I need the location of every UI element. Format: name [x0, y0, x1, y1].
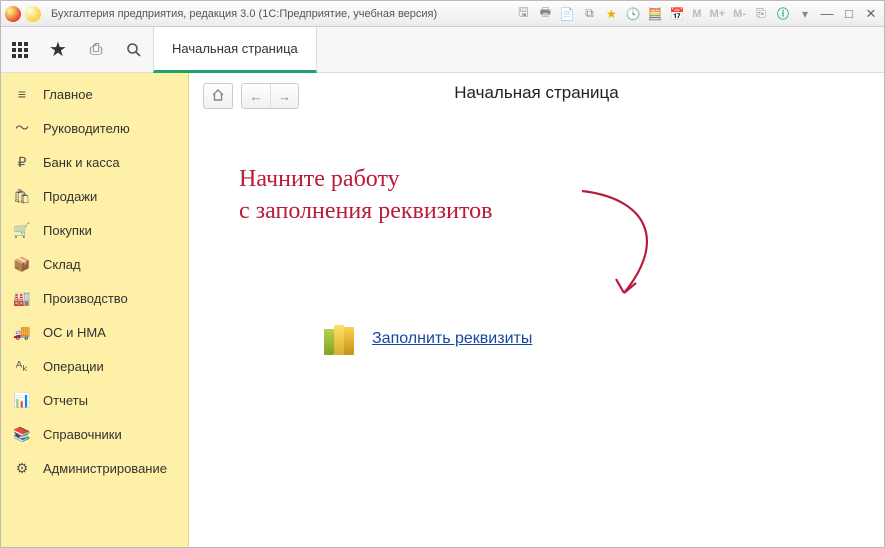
toolbar-doc-icon[interactable]: 📄	[558, 5, 576, 23]
search-icon[interactable]	[115, 27, 153, 72]
sidebar-item-label: Главное	[43, 87, 93, 102]
main-panel: ← → Начальная страница Начните работу с …	[189, 73, 884, 547]
main-toolbar: ★ ⎙ Начальная страница	[1, 27, 884, 73]
sidebar-item-label: Банк и касса	[43, 155, 120, 170]
sidebar-item-label: Производство	[43, 291, 128, 306]
list-icon: ≡	[13, 86, 31, 102]
sidebar-item-production[interactable]: 🏭 Производство	[1, 281, 188, 315]
page-nav-toolbar: ← →	[189, 73, 884, 113]
truck-icon: 🚚	[13, 324, 31, 341]
toolbar-save-icon[interactable]: 🖫	[514, 5, 532, 23]
sidebar-item-warehouse[interactable]: 📦 Склад	[1, 247, 188, 281]
toolbar-info-dropdown-icon[interactable]: ▾	[796, 5, 814, 23]
sidebar-item-label: Справочники	[43, 427, 122, 442]
tab-label: Начальная страница	[172, 41, 298, 56]
cart-icon: 🛒	[13, 222, 31, 239]
folders-icon	[324, 323, 358, 355]
hint-arrow-icon	[574, 183, 694, 303]
window-close-button[interactable]: ✕	[862, 6, 880, 22]
favorites-star-icon[interactable]: ★	[39, 27, 77, 72]
sidebar-item-label: Склад	[43, 257, 81, 272]
home-button[interactable]	[203, 83, 233, 109]
sidebar-item-operations[interactable]: ᴬₖ Операции	[1, 349, 188, 383]
hint-line-2: с заполнения реквизитов	[239, 195, 493, 227]
clipboard-icon[interactable]: ⎙	[77, 27, 115, 72]
gear-icon: ⚙	[13, 460, 31, 477]
toolbar-favorite-icon[interactable]: ★	[602, 5, 620, 23]
nav-back-button[interactable]: ←	[242, 84, 270, 108]
sidebar-item-label: Покупки	[43, 223, 92, 238]
app-badge-1c-icon	[5, 6, 21, 22]
factory-icon: 🏭	[13, 290, 31, 307]
app-badge-dropdown-icon[interactable]	[25, 6, 41, 22]
toolbar-history-icon[interactable]: 🕓	[624, 5, 642, 23]
sidebar-item-reports[interactable]: 📊 Отчеты	[1, 383, 188, 417]
sidebar-item-label: Отчеты	[43, 393, 88, 408]
onboarding-hint: Начните работу с заполнения реквизитов	[239, 163, 493, 228]
toolbar-mminus-button[interactable]: M-	[731, 8, 748, 20]
window-maximize-button[interactable]: □	[840, 6, 858, 21]
window-minimize-button[interactable]: —	[818, 6, 836, 21]
nav-forward-button[interactable]: →	[270, 84, 298, 108]
toolbar-calculator-icon[interactable]: 🧮	[646, 5, 664, 23]
toolbar-print-icon[interactable]: 🖶	[536, 5, 554, 23]
sidebar-item-main[interactable]: ≡ Главное	[1, 77, 188, 111]
fill-requisites-block: Заполнить реквизиты	[324, 323, 532, 355]
chart-line-icon: 〜	[13, 118, 31, 138]
sidebar-item-label: Операции	[43, 359, 104, 374]
window-title: Бухгалтерия предприятия, редакция 3.0 (1…	[51, 8, 437, 20]
operations-icon: ᴬₖ	[13, 358, 31, 375]
chart-bar-icon: 📊	[13, 392, 31, 409]
toolbar-info-icon[interactable]: ⓘ	[774, 5, 792, 23]
sidebar-item-sales[interactable]: 🛍 Продажи	[1, 179, 188, 213]
fill-requisites-link[interactable]: Заполнить реквизиты	[372, 330, 532, 348]
ruble-icon: ₽	[13, 154, 31, 171]
toolbar-attach-icon[interactable]: ⎘	[752, 5, 770, 23]
toolbar-m-button[interactable]: M	[690, 8, 703, 20]
sidebar-item-purchases[interactable]: 🛒 Покупки	[1, 213, 188, 247]
bag-icon: 🛍	[13, 188, 31, 205]
tab-start-page[interactable]: Начальная страница	[153, 27, 317, 73]
toolbar-mplus-button[interactable]: M+	[708, 8, 728, 20]
sidebar-item-admin[interactable]: ⚙ Администрирование	[1, 451, 188, 485]
hint-line-1: Начните работу	[239, 163, 493, 195]
toolbar-calendar-icon[interactable]: 📅	[668, 5, 686, 23]
nav-button-group: ← →	[241, 83, 299, 109]
sidebar-item-manager[interactable]: 〜 Руководителю	[1, 111, 188, 145]
sidebar-item-label: ОС и НМА	[43, 325, 106, 340]
sidebar-item-label: Руководителю	[43, 121, 130, 136]
apps-grid-icon[interactable]	[1, 27, 39, 72]
box-icon: 📦	[13, 256, 31, 273]
toolbar-compare-icon[interactable]: ⧉	[580, 5, 598, 23]
sidebar-item-catalogs[interactable]: 📚 Справочники	[1, 417, 188, 451]
sidebar-item-assets[interactable]: 🚚 ОС и НМА	[1, 315, 188, 349]
sidebar-item-label: Продажи	[43, 189, 97, 204]
sidebar: ≡ Главное 〜 Руководителю ₽ Банк и касса …	[1, 73, 189, 547]
window-titlebar: Бухгалтерия предприятия, редакция 3.0 (1…	[1, 1, 884, 27]
sidebar-item-label: Администрирование	[43, 461, 167, 476]
books-icon: 📚	[13, 426, 31, 443]
sidebar-item-bank[interactable]: ₽ Банк и касса	[1, 145, 188, 179]
